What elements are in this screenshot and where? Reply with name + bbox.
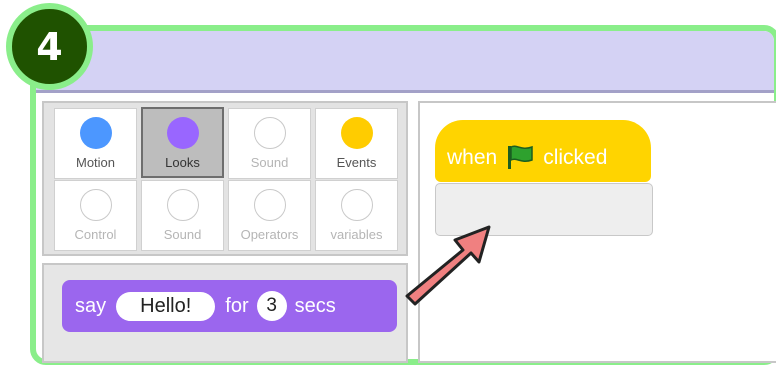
motion-dot-icon	[79, 117, 112, 149]
when-label: when	[447, 146, 498, 169]
when-flag-clicked-block[interactable]: when clicked	[435, 120, 651, 182]
category-operators[interactable]: Operators	[228, 180, 311, 251]
sound-dot-icon	[253, 117, 286, 149]
category-label: Sound	[250, 155, 289, 170]
say-label: say	[75, 294, 107, 317]
category-motion[interactable]: Motion	[54, 108, 137, 179]
green-flag-icon	[508, 145, 533, 169]
variables-dot-icon	[340, 189, 373, 221]
category-label: Motion	[75, 155, 116, 170]
category-label: Events	[336, 155, 377, 170]
category-label: variables	[330, 227, 383, 242]
duration-input[interactable]: 3	[256, 291, 287, 321]
category-label: Control	[74, 227, 117, 242]
category-sound[interactable]: Sound	[228, 108, 311, 179]
category-sound-2[interactable]: Sound	[141, 180, 224, 251]
category-looks[interactable]: Looks	[141, 107, 224, 178]
control-dot-icon	[79, 189, 112, 221]
pointer-arrow-icon	[405, 225, 491, 306]
secs-label: secs	[294, 294, 336, 317]
for-label: for	[225, 294, 249, 317]
category-label: Looks	[165, 155, 200, 170]
say-for-secs-block[interactable]: say Hello! for 3 secs	[62, 280, 397, 332]
step-number-badge: 4	[6, 3, 93, 90]
category-control[interactable]: Control	[54, 180, 137, 251]
top-menu-bar	[36, 31, 774, 93]
category-label: Operators	[240, 227, 299, 242]
category-events[interactable]: Events	[315, 108, 398, 179]
sound-dot-icon	[166, 189, 199, 221]
category-variables[interactable]: variables	[315, 180, 398, 251]
message-input[interactable]: Hello!	[116, 291, 216, 321]
category-label: Sound	[163, 227, 202, 242]
clicked-label: clicked	[543, 146, 608, 169]
looks-dot-icon	[166, 117, 199, 149]
events-dot-icon	[340, 117, 373, 149]
operators-dot-icon	[253, 189, 286, 221]
